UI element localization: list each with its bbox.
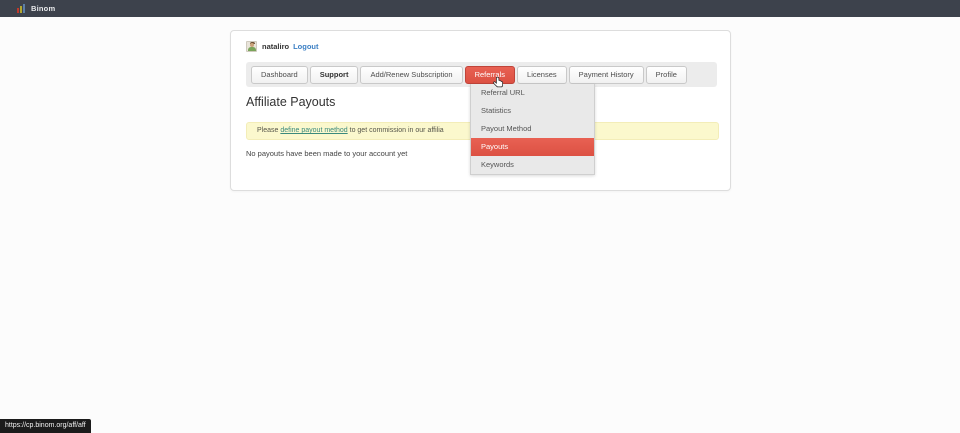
nav-add-renew-subscription-button[interactable]: Add/Renew Subscription <box>360 66 462 84</box>
nav-support-button[interactable]: Support <box>310 66 359 84</box>
user-avatar-icon <box>246 41 257 52</box>
brand-logo[interactable]: Binom <box>17 4 55 13</box>
nav-referrals-button[interactable]: Referrals <box>465 66 515 84</box>
nav-dashboard-button[interactable]: Dashboard <box>251 66 308 84</box>
brand-name: Binom <box>31 4 55 13</box>
dropdown-item-payout-method[interactable]: Payout Method <box>471 120 594 138</box>
alert-text-before: Please <box>257 127 280 134</box>
define-payout-method-link[interactable]: define payout method <box>280 127 347 134</box>
dropdown-item-referral-url[interactable]: Referral URL <box>471 84 594 102</box>
topbar: Binom <box>0 0 960 17</box>
dropdown-item-keywords[interactable]: Keywords <box>471 156 594 174</box>
referrals-dropdown-menu: Referral URL Statistics Payout Method Pa… <box>470 84 595 175</box>
browser-status-bar: https://cp.binom.org/aff/aff <box>0 419 91 433</box>
user-row: nataliro Logout <box>246 40 319 52</box>
empty-payouts-message: No payouts have been made to your accoun… <box>246 149 407 158</box>
status-url: https://cp.binom.org/aff/aff <box>5 422 86 429</box>
user-name: nataliro <box>262 42 289 51</box>
dropdown-item-statistics[interactable]: Statistics <box>471 102 594 120</box>
nav-profile-button[interactable]: Profile <box>646 66 687 84</box>
nav-licenses-button[interactable]: Licenses <box>517 66 567 84</box>
logout-link[interactable]: Logout <box>293 42 318 51</box>
nav-payment-history-button[interactable]: Payment History <box>569 66 644 84</box>
page-title: Affiliate Payouts <box>246 95 335 109</box>
dropdown-item-payouts[interactable]: Payouts <box>471 138 594 156</box>
alert-text-after: to get commission in our affilia <box>348 127 444 134</box>
bar-chart-icon <box>17 4 26 13</box>
